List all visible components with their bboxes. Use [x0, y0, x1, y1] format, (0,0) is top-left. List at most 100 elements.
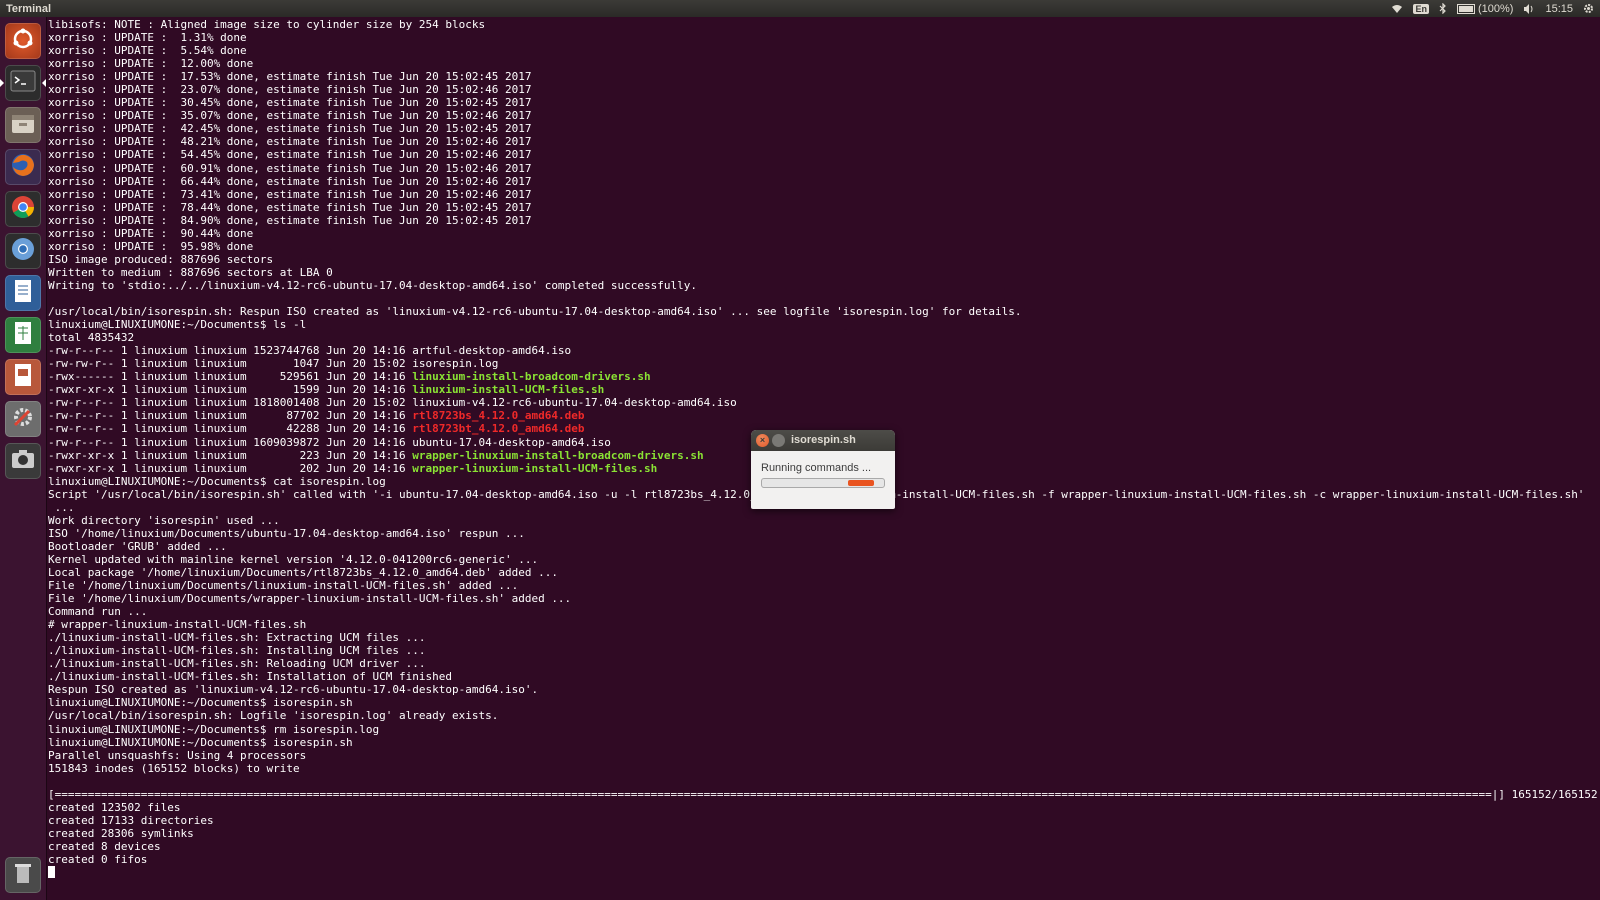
gear-icon[interactable] [1583, 3, 1594, 14]
file-meta: -rwxr-xr-x 1 linuxium linuxium 223 Jun 2… [48, 448, 413, 462]
launcher-impress[interactable] [5, 359, 41, 395]
text-cursor [48, 866, 55, 879]
terminal-line: xorriso : UPDATE : 66.44% done, estimate… [48, 174, 532, 188]
impress-icon [9, 361, 37, 393]
terminal-line: Work directory 'isorespin' used ... [48, 513, 280, 527]
terminal-line: linuxium@LINUXIUMONE:~/Documents$ ls -l [48, 318, 307, 332]
files-icon [9, 109, 37, 141]
terminal-line: -rwxr-xr-x 1 linuxium linuxium 1599 Jun … [48, 383, 1600, 396]
launcher-settings[interactable] [5, 401, 41, 437]
file-meta: -rwxr-xr-x 1 linuxium linuxium 202 Jun 2… [48, 461, 413, 475]
battery-icon [1457, 3, 1475, 14]
terminal-line: xorriso : UPDATE : 23.07% done, estimate… [48, 83, 532, 97]
terminal-line: xorriso : UPDATE : 60.91% done, estimate… [48, 161, 532, 175]
terminal-line: xorriso : UPDATE : 48.21% done, estimate… [48, 135, 532, 149]
battery-indicator[interactable]: (100%) [1457, 3, 1513, 15]
settings-icon [9, 403, 37, 435]
launcher-chrome[interactable] [5, 191, 41, 227]
terminal-line: xorriso : UPDATE : 84.90% done, estimate… [48, 213, 532, 227]
launcher-trash[interactable] [5, 857, 41, 893]
terminal-line: # wrapper-linuxium-install-UCM-files.sh [48, 618, 307, 632]
terminal-line: xorriso : UPDATE : 30.45% done, estimate… [48, 96, 532, 110]
launcher-writer[interactable] [5, 275, 41, 311]
launcher-dash[interactable] [5, 23, 41, 59]
terminal-line: -rw-r--r-- 1 linuxium linuxium 87702 Jun… [48, 409, 1600, 422]
terminal-line: created 17133 directories [48, 813, 214, 827]
terminal-line: Kernel updated with mainline kernel vers… [48, 552, 539, 566]
terminal-icon [9, 67, 37, 99]
terminal-line: xorriso : UPDATE : 1.31% done [48, 31, 247, 45]
isorespin-dialog: × isorespin.sh Running commands ... [751, 430, 895, 509]
file-name: rtl8723bt_4.12.0_amd64.deb [412, 422, 585, 436]
file-meta: -rw-r--r-- 1 linuxium linuxium 87702 Jun… [48, 409, 413, 423]
progress-pulse [848, 480, 874, 486]
writer-icon [9, 277, 37, 309]
terminal-line: -rw-r--r-- 1 linuxium linuxium 181800140… [48, 396, 737, 410]
terminal-line: Parallel unsquashfs: Using 4 processors [48, 748, 307, 762]
terminal-line: linuxium@LINUXIUMONE:~/Documents$ isores… [48, 735, 353, 749]
terminal-line: xorriso : UPDATE : 78.44% done, estimate… [48, 200, 532, 214]
terminal-line: Respun ISO created as 'linuxium-v4.12-rc… [48, 683, 539, 697]
terminal-line: xorriso : UPDATE : 73.41% done, estimate… [48, 187, 532, 201]
terminal-line: /usr/local/bin/isorespin.sh: Logfile 'is… [48, 709, 499, 723]
launcher-terminal[interactable] [5, 65, 41, 101]
terminal-line: File '/home/linuxium/Documents/wrapper-l… [48, 592, 572, 606]
prompt-line[interactable] [48, 866, 1600, 879]
terminal-line: ISO '/home/linuxium/Documents/ubuntu-17.… [48, 526, 525, 540]
terminal-line: total 4835432 [48, 331, 135, 345]
launcher-files[interactable] [5, 107, 41, 143]
file-name: wrapper-linuxium-install-UCM-files.sh [412, 461, 658, 475]
top-panel: Terminal En (100%) 15:15 [0, 0, 1600, 17]
terminal-line: Local package '/home/linuxium/Documents/… [48, 565, 558, 579]
dialog-titlebar[interactable]: × isorespin.sh [751, 430, 895, 451]
trash-icon [9, 859, 37, 891]
terminal-line: xorriso : UPDATE : 35.07% done, estimate… [48, 109, 532, 123]
terminal-line: Writing to 'stdio:../../linuxium-v4.12-r… [48, 278, 698, 292]
wifi-icon[interactable] [1391, 4, 1403, 14]
terminal-line: ./linuxium-install-UCM-files.sh: Extract… [48, 631, 426, 645]
launcher-chromium[interactable] [5, 233, 41, 269]
battery-percentage: (100%) [1478, 2, 1514, 15]
terminal-line: File '/home/linuxium/Documents/linuxium-… [48, 579, 519, 593]
clock[interactable]: 15:15 [1545, 3, 1573, 15]
dialog-message: Running commands ... [761, 462, 872, 474]
terminal-focus-indicator [42, 79, 46, 87]
terminal-line: xorriso : UPDATE : 90.44% done [48, 226, 254, 240]
terminal-line: xorriso : UPDATE : 42.45% done, estimate… [48, 122, 532, 136]
terminal-line: Bootloader 'GRUB' added ... [48, 539, 227, 553]
launcher-firefox[interactable] [5, 149, 41, 185]
bluetooth-icon[interactable] [1439, 3, 1447, 14]
chrome-icon [9, 193, 37, 225]
launcher-camera[interactable] [5, 443, 41, 479]
terminal-line: /usr/local/bin/isorespin.sh: Respun ISO … [48, 305, 1022, 319]
close-icon[interactable]: × [756, 434, 769, 447]
file-name: wrapper-linuxium-install-broadcom-driver… [412, 448, 704, 462]
calc-icon [9, 319, 37, 351]
terminal-line: ISO image produced: 887696 sectors [48, 252, 274, 266]
keyboard-layout-indicator[interactable]: En [1413, 3, 1429, 14]
terminal-line: ./linuxium-install-UCM-files.sh: Install… [48, 670, 452, 684]
camera-icon [9, 445, 37, 477]
file-meta: -rwxr-xr-x 1 linuxium linuxium 1599 Jun … [48, 383, 413, 397]
terminal-line: xorriso : UPDATE : 5.54% done [48, 44, 247, 58]
launcher-calc[interactable] [5, 317, 41, 353]
indicator-area: En (100%) 15:15 [1391, 3, 1594, 15]
dialog-title: isorespin.sh [791, 434, 856, 446]
terminal-line: created 0 fifos [48, 853, 148, 866]
file-name: rtl8723bs_4.12.0_amd64.deb [412, 409, 585, 423]
terminal-line: ./linuxium-install-UCM-files.sh: Install… [48, 644, 426, 658]
terminal-line: -rwx------ 1 linuxium linuxium 529561 Ju… [48, 370, 1600, 383]
minimize-icon[interactable] [772, 434, 785, 447]
file-name: linuxium-install-UCM-files.sh [412, 383, 605, 397]
terminal-line: created 123502 files [48, 800, 181, 814]
firefox-icon [9, 151, 37, 183]
terminal-line: xorriso : UPDATE : 17.53% done, estimate… [48, 70, 532, 84]
active-app-title: Terminal [6, 2, 52, 15]
volume-icon[interactable] [1523, 3, 1535, 14]
launcher [0, 17, 47, 900]
terminal-line: Written to medium : 887696 sectors at LB… [48, 265, 333, 279]
file-meta: -rwx------ 1 linuxium linuxium 529561 Ju… [48, 370, 413, 384]
chromium-icon [9, 235, 37, 267]
